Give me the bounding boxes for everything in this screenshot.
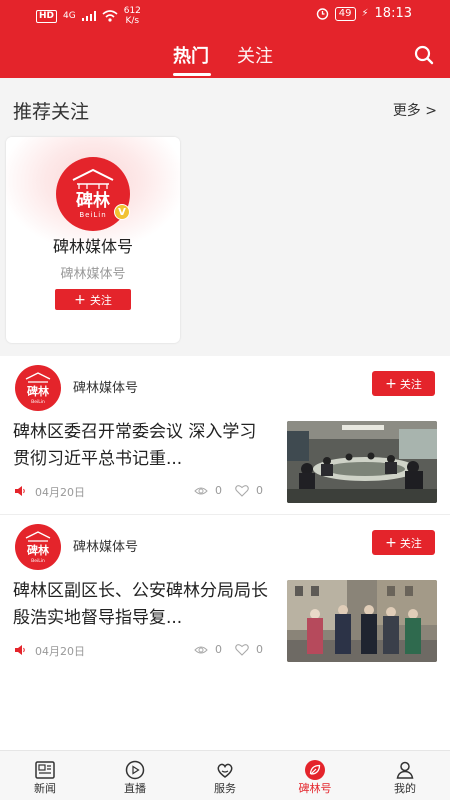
app-screen: HD 4G 612 K/s 49 ⚡ 18:13 热门 关注 推荐关注 更多 >… [0, 0, 450, 800]
tab-follow[interactable]: 关注 [237, 42, 273, 68]
follow-button[interactable]: + 关注 [372, 530, 435, 555]
active-tab-indicator [173, 73, 211, 76]
plus-icon: + [385, 534, 397, 551]
alarm-icon [316, 8, 328, 20]
recommended-account-card[interactable]: 碑林 BeiLin V 碑林媒体号 碑林媒体号 + 关注 [6, 137, 180, 343]
article-meta: 04月20日 0 0 [14, 483, 269, 499]
logo-subtext: BeiLin [79, 211, 106, 219]
avatar-logo-text: 碑林 [26, 543, 49, 557]
feed-item: 碑林 BeiLin 碑林媒体号 + 关注 碑林区委召开常委会议 深入学习贯彻习近… [0, 356, 450, 514]
news-feed: 碑林 BeiLin 碑林媒体号 + 关注 碑林区委召开常委会议 深入学习贯彻习近… [0, 356, 450, 750]
recommended-follow-section: 推荐关注 更多 > 碑林 BeiLin V 碑林媒体号 碑林媒体号 + 关注 [0, 78, 450, 356]
heart-icon[interactable] [235, 484, 249, 497]
follow-label: 关注 [399, 536, 422, 550]
clock: 18:13 [374, 6, 412, 21]
nav-service[interactable]: 服务 [180, 751, 270, 800]
network-speed: 612 K/s [124, 6, 141, 26]
publish-date: 04月20日 [35, 486, 85, 499]
news-icon [35, 761, 55, 779]
speed-unit: K/s [125, 16, 140, 26]
tab-hot[interactable]: 热门 [173, 42, 209, 68]
plus-icon: + [74, 291, 86, 308]
charging-icon: ⚡ [361, 8, 369, 19]
speaker-icon[interactable] [14, 485, 26, 497]
hd-badge: HD [36, 9, 58, 23]
article-title[interactable]: 碑林区委召开常委会议 深入学习贯彻习近平总书记重... [13, 419, 273, 473]
follow-label: 关注 [399, 377, 422, 391]
like-count: 0 [256, 643, 263, 656]
speed-value: 612 [123, 6, 141, 16]
speaker-icon[interactable] [14, 644, 26, 656]
follow-label: 关注 [89, 293, 112, 307]
article-title[interactable]: 碑林区副区长、公安碑林分局局长殷浩实地督导指导复... [13, 578, 273, 632]
section-title: 推荐关注 [13, 101, 90, 123]
like-count: 0 [256, 484, 263, 497]
profile-icon [396, 761, 414, 779]
status-bar: HD 4G 612 K/s 49 ⚡ 18:13 [0, 0, 450, 30]
verified-badge: V [114, 204, 130, 220]
status-left: HD 4G 612 K/s [36, 6, 141, 26]
article-thumbnail-site-inspection[interactable] [287, 580, 437, 662]
plus-icon: + [385, 375, 397, 392]
nav-label: 我的 [394, 782, 416, 795]
article-thumbnail-meeting[interactable] [287, 421, 437, 503]
header-tabs: 热门 关注 [0, 40, 450, 78]
account-name: 碑林媒体号 [52, 237, 133, 256]
more-link[interactable]: 更多 > [393, 100, 437, 120]
nav-beilin-account[interactable]: 碑林号 [270, 751, 360, 800]
top-header: HD 4G 612 K/s 49 ⚡ 18:13 热门 关注 [0, 0, 450, 78]
signal-indicator: 4G [63, 11, 76, 21]
status-right: 49 ⚡ 18:13 [316, 6, 412, 21]
live-play-icon [125, 760, 145, 780]
avatar-logo-subtext: BeiLin [31, 558, 45, 564]
beilin-logo: 碑林 BeiLin [56, 157, 130, 231]
view-count: 0 [215, 643, 222, 656]
nav-profile[interactable]: 我的 [360, 751, 450, 800]
publish-date: 04月20日 [35, 645, 85, 658]
follow-button[interactable]: + 关注 [55, 289, 131, 310]
beilin-leaf-icon [305, 760, 325, 780]
avatar-logo-text: 碑林 [26, 384, 49, 398]
source-avatar[interactable]: 碑林 BeiLin [14, 364, 62, 412]
view-count: 0 [215, 484, 222, 497]
nav-news[interactable]: 新闻 [0, 751, 90, 800]
bottom-navigation: 新闻 直播 服务 碑林号 我的 [0, 750, 450, 800]
service-icon [217, 763, 233, 778]
eye-icon [194, 646, 208, 654]
signal-bars-icon [81, 11, 96, 21]
avatar-logo-subtext: BeiLin [31, 399, 45, 405]
source-name[interactable]: 碑林媒体号 [73, 536, 138, 555]
article-meta: 04月20日 0 0 [14, 642, 269, 658]
logo-text: 碑林 [76, 190, 110, 211]
nav-label: 新闻 [34, 782, 56, 795]
wifi-icon [102, 10, 118, 22]
heart-icon[interactable] [235, 643, 249, 656]
nav-label: 碑林号 [298, 782, 332, 795]
nav-label: 直播 [124, 782, 146, 795]
account-subtitle: 碑林媒体号 [60, 267, 126, 282]
source-name[interactable]: 碑林媒体号 [73, 377, 138, 396]
nav-label: 服务 [214, 782, 236, 795]
battery-level: 49 [334, 6, 356, 21]
eye-icon [194, 487, 208, 495]
feed-item: 碑林 BeiLin 碑林媒体号 + 关注 碑林区副区长、公安碑林分局局长殷浩实地… [0, 514, 450, 672]
source-avatar[interactable]: 碑林 BeiLin [14, 523, 62, 571]
nav-live[interactable]: 直播 [90, 751, 180, 800]
search-icon[interactable] [412, 43, 436, 67]
follow-button[interactable]: + 关注 [372, 371, 435, 396]
